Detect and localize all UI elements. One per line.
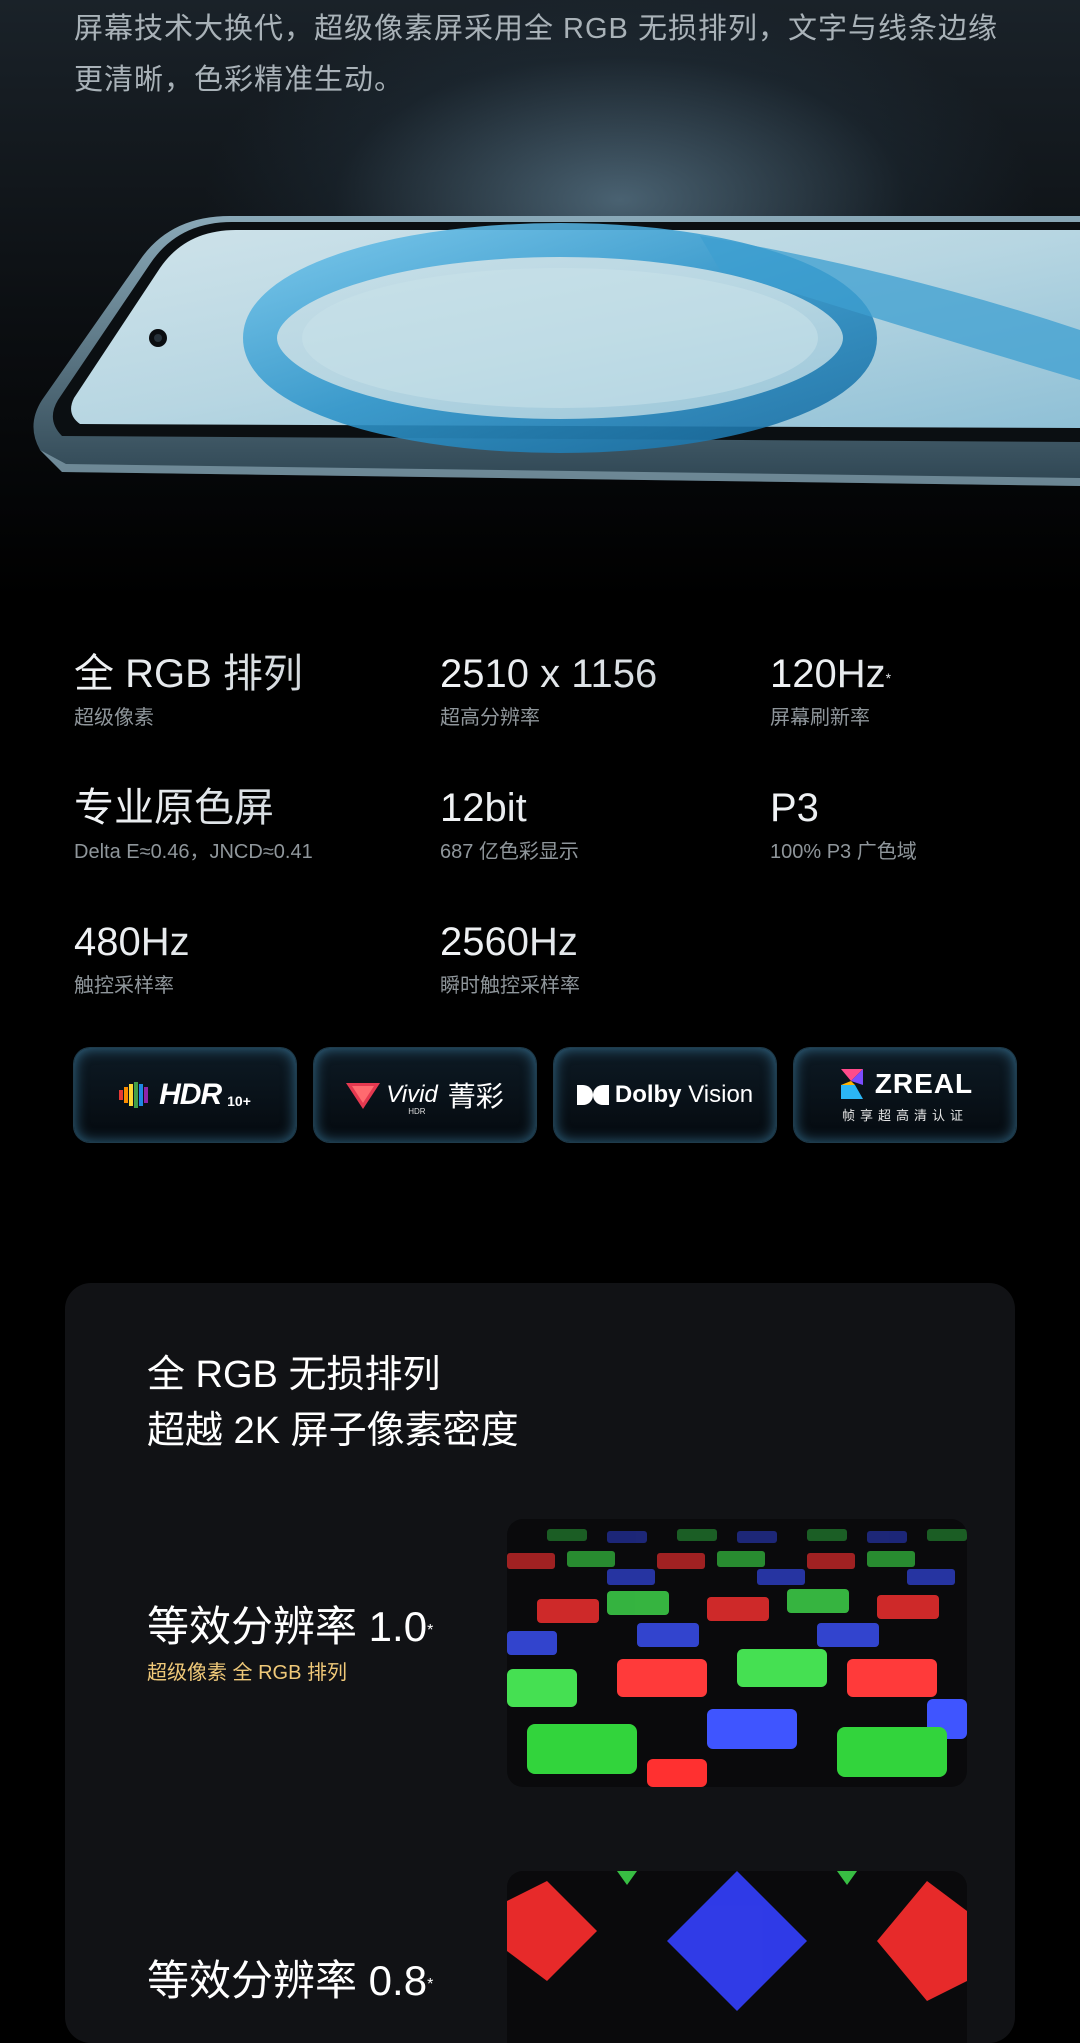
spec-label: 触控采样率	[74, 975, 174, 997]
spec-value: P3	[770, 786, 819, 830]
vision-label: Vision	[681, 1081, 754, 1108]
vivid-label: Vivid	[386, 1081, 438, 1108]
zreal-logo-icon	[840, 1068, 863, 1099]
card-title-line1: 全 RGB 无损排列	[147, 1354, 441, 1396]
spec-pro-color: 专业原色屏 Delta E≈0.46，JNCD≈0.41	[74, 784, 414, 866]
dolby-vision-badge: Dolby Vision	[554, 1048, 776, 1142]
spec-value: 2560Hz	[440, 920, 578, 964]
spec-resolution: 2510 x 1156 超高分辨率	[440, 650, 780, 732]
zreal-label: ZREAL	[874, 1067, 974, 1099]
resolution-item-2: 等效分辨率 0.8*	[147, 1955, 433, 2013]
spec-bit-depth: 12bit 687 亿色彩显示	[440, 784, 780, 866]
spec-label: Delta E≈0.46，JNCD≈0.41	[74, 841, 313, 863]
spec-label: 100% P3 广色域	[770, 841, 917, 863]
spec-instant-touch-sampling: 2560Hz 瞬时触控采样率	[440, 918, 780, 1000]
zreal-subtitle: 帧享超高清认证	[841, 1107, 968, 1123]
spec-rgb: 全 RGB 排列 超级像素	[74, 650, 414, 732]
card-title: 全 RGB 无损排列 超越 2K 屏子像素密度	[147, 1347, 519, 1459]
intro-text: 屏幕技术大换代，超级像素屏采用全 RGB 无损排列，文字与线条边缘更清晰，色彩精…	[74, 13, 998, 96]
hdr-label: HDR	[159, 1078, 222, 1111]
spec-value: 2510 x 1156	[440, 652, 658, 696]
phone-image	[33, 216, 1080, 486]
rgb-subpixel-image	[507, 1519, 967, 1787]
dolby-label: Dolby	[614, 1081, 682, 1108]
footnote-asterisk: *	[427, 1976, 434, 1993]
spec-color-gamut: P3 100% P3 广色域	[770, 784, 1080, 866]
certification-badges: HDR 10+ Vivid HDR 菁彩 Dolby Vision ZREAL …	[74, 1048, 1016, 1142]
spec-label: 屏幕刷新率	[770, 707, 870, 729]
spec-value: 480Hz	[74, 920, 190, 964]
resolution-subtitle: 超级像素 全 RGB 排列	[147, 1662, 348, 1684]
hero-section: 屏幕技术大换代，超级像素屏采用全 RGB 无损排列，文字与线条边缘更清晰，色彩精…	[0, 0, 1080, 600]
resolution-title: 等效分辨率 1.0	[147, 1603, 428, 1650]
vivid-hdr-badge: Vivid HDR 菁彩	[314, 1048, 536, 1142]
dolby-double-d-icon	[576, 1085, 609, 1105]
spec-label: 687 亿色彩显示	[440, 841, 579, 863]
hdr-plus-label: 10+	[227, 1093, 251, 1109]
spec-value: 120Hz	[770, 652, 886, 696]
spec-label: 瞬时触控采样率	[440, 975, 580, 997]
footnote-asterisk: *	[427, 1622, 434, 1639]
spec-label: 超级像素	[74, 707, 154, 729]
hdr10-plus-badge: HDR 10+	[74, 1048, 296, 1142]
resolution-item-1: 等效分辨率 1.0* 超级像素 全 RGB 排列	[147, 1601, 433, 1687]
hdr-color-bars-icon	[119, 1082, 149, 1108]
card-title-line2: 超越 2K 屏子像素密度	[147, 1410, 519, 1452]
spec-label: 超高分辨率	[440, 707, 540, 729]
spec-touch-sampling: 480Hz 触控采样率	[74, 918, 414, 1000]
spec-value: 专业原色屏	[74, 786, 274, 830]
spec-value: 12bit	[440, 786, 527, 830]
spec-refresh-rate: 120Hz* 屏幕刷新率	[770, 650, 1080, 732]
vivid-hdr-label: HDR	[408, 1107, 426, 1116]
rgb-diamond-subpixel-image	[507, 1871, 967, 2043]
vivid-chinese-label: 菁彩	[447, 1081, 504, 1112]
rgb-arrangement-card: 全 RGB 无损排列 超越 2K 屏子像素密度 等效分辨率 1.0* 超级像素 …	[65, 1283, 1015, 2043]
resolution-title: 等效分辨率 0.8	[147, 1957, 428, 2004]
footnote-asterisk: *	[885, 670, 892, 686]
zreal-badge: ZREAL 帧享超高清认证	[794, 1048, 1016, 1142]
vivid-triangle-icon	[346, 1083, 381, 1109]
spec-value: 全 RGB 排列	[74, 652, 303, 696]
